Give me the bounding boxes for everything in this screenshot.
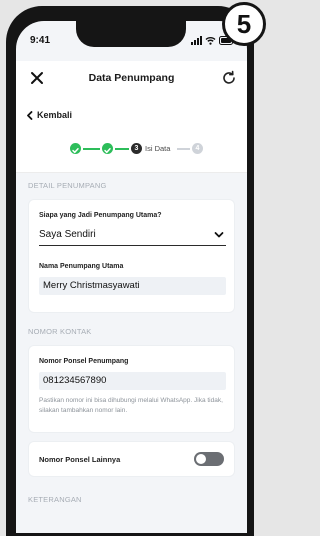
phone-value: 081234567890 [43,375,107,386]
step-badge: 5 [222,2,266,46]
toggle-knob [196,454,206,464]
section-title-passenger: DETAIL PENUMPANG [28,181,107,190]
select-underline [39,245,226,246]
other-phone-label: Nomor Ponsel Lainnya [39,455,121,464]
page-title: Data Penumpang [88,72,175,84]
chevron-left-icon [27,110,33,120]
step-3-label: Isi Data [145,144,171,153]
status-time: 9:41 [30,35,51,46]
step-connector [115,148,129,150]
main-passenger-select[interactable]: Saya Sendiri [39,229,96,240]
section-title-contact: NOMOR KONTAK [28,327,92,336]
refresh-icon[interactable] [221,70,237,86]
phone-notch [76,21,186,47]
phone-label: Nomor Ponsel Penumpang [39,358,129,365]
step-4-number: 4 [192,143,203,154]
main-passenger-label: Siapa yang Jadi Penumpang Utama? [39,212,162,219]
passenger-card: Siapa yang Jadi Penumpang Utama? Saya Se… [28,199,235,313]
step-connector [83,148,100,150]
name-label: Nama Penumpang Utama [39,263,124,270]
contact-card: Nomor Ponsel Penumpang 081234567890 Past… [28,345,235,433]
phone-frame: 9:41 Data Penumpang Kembali 3 Isi Data 4… [6,6,254,536]
step-3-number: 3 [131,143,142,154]
back-button[interactable]: Kembali [26,110,72,120]
other-phone-toggle[interactable] [194,452,224,466]
step-connector [177,148,190,150]
wifi-icon [205,37,216,45]
passenger-name-input[interactable]: Merry Christmasyawati [39,277,226,295]
sub-header: Kembali 3 Isi Data 4 [16,97,247,173]
cellular-signal-icon [191,36,202,45]
step-2-complete-icon [102,143,113,154]
section-title-notes: KETERANGAN [28,495,82,504]
phone-input[interactable]: 081234567890 [39,372,226,390]
progress-stepper: 3 Isi Data 4 [16,141,247,157]
passenger-name-value: Merry Christmasyawati [43,280,140,291]
back-label: Kembali [37,110,73,120]
phone-helper-text: Pastikan nomor ini bisa dihubungi melalu… [39,397,223,414]
badge-number: 5 [236,9,252,39]
other-phone-card: Nomor Ponsel Lainnya [28,441,235,477]
app-screen: 9:41 Data Penumpang Kembali 3 Isi Data 4… [16,21,247,533]
step-1-complete-icon [70,143,81,154]
chevron-down-icon[interactable] [214,230,224,240]
app-header: Data Penumpang [16,61,247,97]
